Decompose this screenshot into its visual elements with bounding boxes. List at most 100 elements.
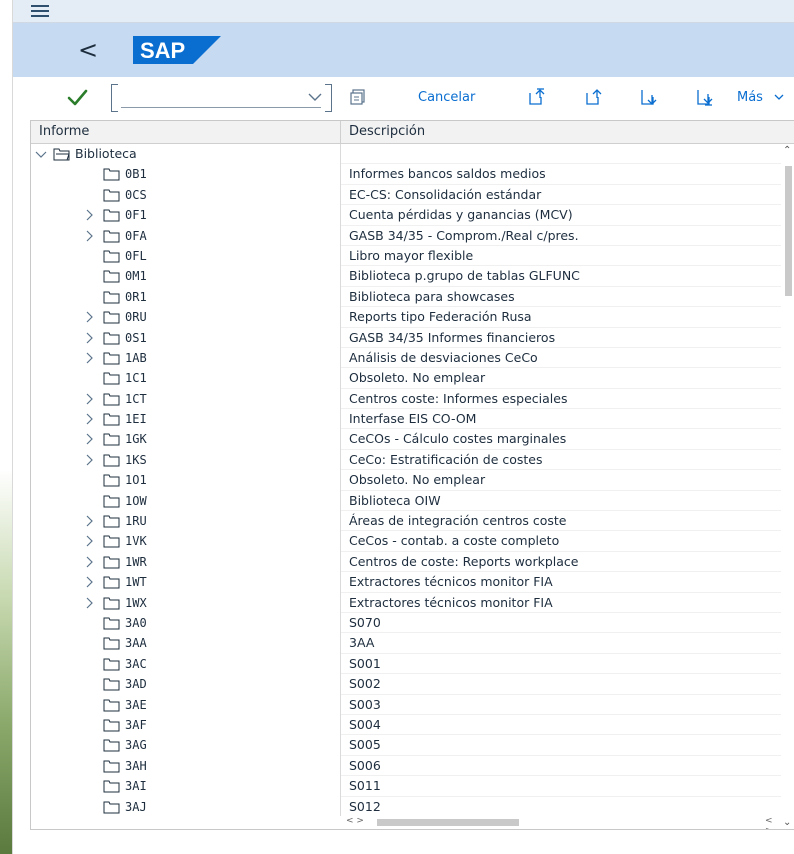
report-code: 1WX <box>125 595 147 610</box>
tree-row[interactable]: 1WT Extractores técnicos monitor FIA <box>31 572 781 593</box>
chevron-right-icon[interactable] <box>83 229 95 243</box>
chevron-right-icon[interactable] <box>83 575 95 589</box>
hamburger-menu-icon[interactable] <box>31 5 49 17</box>
report-description: Extractores técnicos monitor FIA <box>341 593 781 613</box>
report-code: 1AB <box>125 350 147 365</box>
enter-check-icon[interactable] <box>65 85 89 109</box>
next-page-icon[interactable] <box>640 88 658 106</box>
chevron-right-icon[interactable] <box>83 514 95 528</box>
folder-icon <box>103 352 120 365</box>
chevron-right-icon[interactable] <box>83 351 95 365</box>
folder-open-icon <box>53 148 70 161</box>
folder-icon <box>103 780 120 793</box>
report-code: 1EI <box>125 412 147 427</box>
chevron-right-icon[interactable] <box>83 555 95 569</box>
vertical-scrollbar[interactable]: ⌃ ⌄ <box>781 144 794 829</box>
tree-row[interactable]: 0RU Reports tipo Federación Rusa <box>31 307 781 328</box>
column-header-report[interactable]: Informe <box>31 121 341 143</box>
report-description: S004 <box>341 715 781 736</box>
tree-row[interactable]: 0CS EC-CS: Consolidación estándar <box>31 184 781 206</box>
horizontal-scroll-thumb[interactable] <box>377 819 519 826</box>
report-description: Interfase EIS CO-OM <box>341 409 781 430</box>
vertical-scroll-thumb[interactable] <box>785 166 792 296</box>
folder-icon <box>103 209 120 222</box>
tree-row[interactable]: 1WR Centros de coste: Reports workplace <box>31 551 781 573</box>
chevron-down-icon[interactable] <box>35 147 47 161</box>
tree-row[interactable]: 1GK CeCOs - Cálculo costes marginales <box>31 429 781 450</box>
scroll-arrows-icon[interactable]: < > <box>346 816 364 826</box>
chevron-right-icon[interactable] <box>83 453 95 467</box>
chevron-right-icon[interactable] <box>83 534 95 548</box>
tree-row[interactable]: 3AG S005 <box>31 735 781 756</box>
report-code: 0R1 <box>125 289 147 304</box>
report-description: GASB 34/35 Informes financieros <box>341 328 781 348</box>
tree-row[interactable]: 1RU Áreas de integración centros coste <box>31 511 781 532</box>
first-page-icon[interactable] <box>528 88 546 106</box>
report-description: CeCos - contab. a coste completo <box>341 531 781 552</box>
scroll-arrows-icon[interactable]: < > <box>765 816 781 829</box>
tree-row[interactable]: 3AJ S012 <box>31 796 781 816</box>
previous-page-icon[interactable] <box>585 88 603 106</box>
tree-row[interactable]: 1OW Biblioteca OIW <box>31 490 781 512</box>
chevron-right-icon[interactable] <box>83 331 95 345</box>
tree-row[interactable]: 0B1 Informes bancos saldos medios <box>31 164 781 185</box>
tree-row[interactable]: 0M1 Biblioteca p.grupo de tablas GLFUNC <box>31 266 781 287</box>
column-header-description[interactable]: Descripción <box>341 121 781 143</box>
folder-icon <box>103 617 120 630</box>
tree-row[interactable]: 1EI Interfase EIS CO-OM <box>31 409 781 430</box>
chevron-right-icon[interactable] <box>83 310 95 324</box>
tree-row[interactable]: 3AA 3AA <box>31 633 781 654</box>
tree-row[interactable]: 1WX Extractores técnicos monitor FIA <box>31 592 781 613</box>
tree-row[interactable]: 3AH S006 <box>31 755 781 777</box>
chevron-right-icon[interactable] <box>83 392 95 406</box>
report-description: Obsoleto. No emplear <box>341 368 781 389</box>
folder-icon <box>103 556 120 569</box>
cancel-button[interactable]: Cancelar <box>418 90 475 105</box>
tree-row[interactable]: 1O1 Obsoleto. No emplear <box>31 470 781 491</box>
tree-row[interactable]: 3AC S001 <box>31 653 781 675</box>
report-description: Libro mayor flexible <box>341 246 781 267</box>
chevron-right-icon[interactable] <box>83 596 95 610</box>
last-page-icon[interactable] <box>696 88 714 106</box>
tree-row[interactable]: 3AD S002 <box>31 674 781 695</box>
folder-icon <box>103 597 120 610</box>
chevron-down-icon[interactable]: ⌄ <box>783 818 791 828</box>
chevron-right-icon[interactable] <box>83 432 95 446</box>
report-code: 3AD <box>125 677 147 692</box>
tree-row[interactable]: 1C1 Obsoleto. No emplear <box>31 368 781 389</box>
tree-row[interactable]: 3AI S011 <box>31 776 781 797</box>
tree-row[interactable]: 3AF S004 <box>31 714 781 736</box>
tree-row[interactable]: 1AB Análisis de desviaciones CeCo <box>31 347 781 369</box>
tree-row[interactable]: 0S1 GASB 34/35 Informes financieros <box>31 327 781 348</box>
tree-row[interactable]: 3AE S003 <box>31 694 781 715</box>
command-input[interactable] <box>121 86 321 108</box>
tree-row[interactable]: 0F1 Cuenta pérdidas y ganancias (MCV) <box>31 205 781 226</box>
more-button[interactable]: Más <box>737 90 763 105</box>
save-layout-icon[interactable] <box>349 88 367 106</box>
report-code: 3AJ <box>125 799 147 814</box>
tree-row[interactable]: 0FL Libro mayor flexible <box>31 245 781 267</box>
tree-row[interactable]: 1VK CeCos - contab. a coste completo <box>31 531 781 552</box>
chevron-right-icon[interactable] <box>83 208 95 222</box>
folder-icon <box>103 637 120 650</box>
back-button[interactable]: < <box>73 35 103 65</box>
tree-row[interactable]: 0R1 Biblioteca para showcases <box>31 286 781 308</box>
folder-icon <box>103 372 120 385</box>
tree-row[interactable]: 3A0 S070 <box>31 612 781 634</box>
chevron-down-icon[interactable] <box>307 89 323 105</box>
report-description: GASB 34/35 - Comprom./Real c/pres. <box>341 226 781 246</box>
folder-icon <box>103 230 120 243</box>
tree-row[interactable]: 0FA GASB 34/35 - Comprom./Real c/pres. <box>31 225 781 246</box>
chevron-right-icon[interactable] <box>83 412 95 426</box>
tree-root-row[interactable]: Biblioteca <box>31 144 781 165</box>
title-bar: < SAP <box>13 23 794 77</box>
tree-row[interactable]: 1KS CeCo: Estratificación de costes <box>31 449 781 471</box>
tree-row[interactable]: 1CT Centros coste: Informes especiales <box>31 388 781 410</box>
chevron-up-icon[interactable]: ⌃ <box>783 146 791 156</box>
report-code: 3AH <box>125 758 147 773</box>
horizontal-scrollbar[interactable]: < > < > <box>31 816 781 829</box>
folder-icon <box>103 250 120 263</box>
chevron-down-icon[interactable] <box>773 88 785 106</box>
report-description: S070 <box>341 613 781 634</box>
report-description: S006 <box>341 756 781 777</box>
